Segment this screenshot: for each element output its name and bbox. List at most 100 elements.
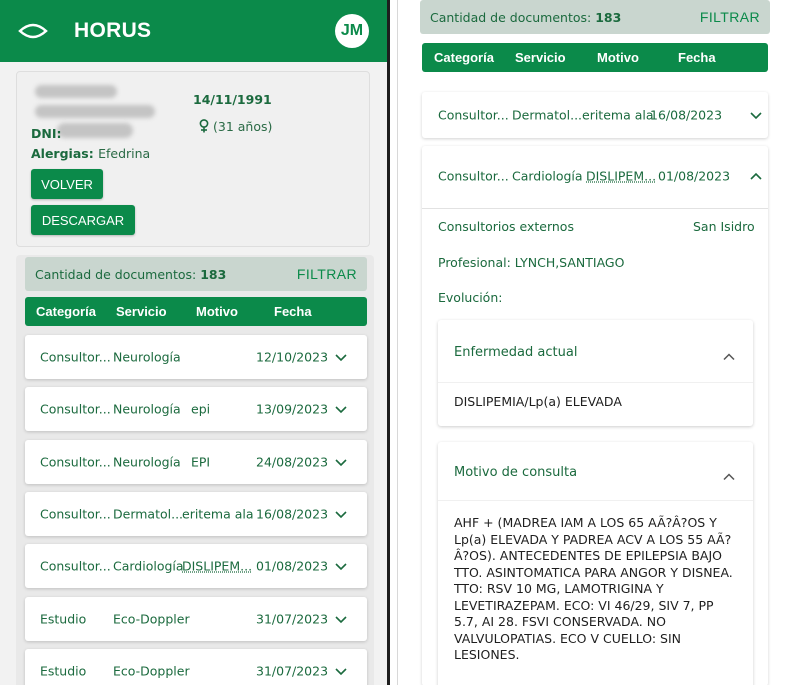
evolution-label: Evolución:	[438, 290, 503, 305]
document-row[interactable]: Consultor... Neurología EPI 24/08/2023	[25, 439, 367, 484]
current-illness-text: DISLIPEMIA/Lp(a) ELEVADA	[454, 394, 622, 409]
age-value: (31 años)	[212, 119, 273, 134]
row-category: Consultor...	[40, 454, 111, 470]
birth-date: 14/11/1991	[193, 92, 272, 107]
patient-card: 14/11/1991 (31 años) DNI: Alergias: Efed…	[16, 71, 370, 247]
chevron-down-icon[interactable]	[335, 454, 347, 469]
row-date: 16/08/2023	[256, 506, 329, 522]
row-category: Consultor...	[438, 168, 509, 184]
row-date: 24/08/2023	[256, 454, 329, 470]
row-service: Cardiología	[113, 558, 184, 574]
chevron-down-icon[interactable]	[335, 350, 347, 365]
row-date: 31/07/2023	[256, 611, 329, 626]
row-date: 13/09/2023	[256, 401, 329, 417]
row-date: 01/08/2023	[256, 558, 329, 574]
document-row[interactable]: Consultor... Neurología 12/10/2023	[25, 335, 367, 379]
row-category: Consultor...	[40, 506, 111, 522]
documents-count-bar: Cantidad de documentos: 183 FILTRAR	[25, 257, 367, 291]
document-row-collapsed[interactable]: Consultor... Dermatol... eritema ala 16/…	[422, 92, 768, 138]
count-value: 183	[200, 266, 227, 282]
consult-reason-title: Motivo de consulta	[454, 465, 578, 480]
back-button[interactable]: VOLVER	[31, 169, 103, 199]
document-row[interactable]: Consultor... Cardiología DISLIPEM... 01/08/…	[25, 544, 367, 589]
download-button[interactable]: DESCARGAR	[31, 205, 135, 235]
row-category: Estudio	[40, 663, 87, 679]
right-mobile-screen: Cantidad de documentos: 183 FILTRAR Cate…	[397, 0, 790, 685]
redacted-id	[35, 105, 155, 118]
chevron-up-icon[interactable]	[750, 169, 762, 184]
redacted-name	[35, 85, 117, 98]
chevron-up-icon[interactable]	[723, 346, 735, 365]
consult-reason-text: AHF + (MADREA IAM A LOS 65 AÃ?Â?OS Y Lp(…	[454, 515, 733, 662]
row-category: Estudio	[40, 611, 87, 626]
current-illness-card: Enfermedad actual DISLIPEMIA/Lp(a) ELEVA…	[438, 320, 753, 426]
app-title: HORUS	[74, 19, 152, 42]
col-service[interactable]: Servicio	[116, 304, 167, 319]
row-date: 01/08/2023	[658, 168, 731, 184]
row-service: Eco-Doppler	[113, 611, 190, 626]
chevron-down-icon[interactable]	[335, 402, 347, 417]
divider	[438, 500, 753, 501]
filter-button[interactable]: FILTRAR	[700, 9, 760, 25]
redacted-dni	[57, 123, 133, 138]
document-row[interactable]: Estudio Eco-Doppler 31/07/2023	[25, 648, 367, 685]
count-value: 183	[595, 9, 622, 25]
documents-panel: Cantidad de documentos: 183 FILTRAR Cate…	[16, 255, 374, 685]
row-category: Consultor...	[40, 558, 111, 574]
expanded-row-header[interactable]: Consultor... Cardiología DISLIPEM... 01/…	[422, 146, 768, 206]
left-mobile-screen: HORUS JM 14/11/1991 (31 años) DNI: Alerg…	[0, 0, 390, 685]
row-service: Dermatol...	[113, 506, 184, 522]
row-reason: EPI	[191, 454, 211, 470]
professional-label: Profesional: LYNCH,SANTIAGO	[438, 255, 625, 270]
row-date: 12/10/2023	[256, 349, 329, 365]
row-service: Neurología	[113, 401, 181, 417]
row-reason: eritema ala	[582, 107, 654, 123]
count-label: Cantidad de documentos:	[35, 266, 197, 282]
row-service: Eco-Doppler	[113, 663, 190, 679]
divider	[438, 382, 753, 383]
col-reason[interactable]: Motivo	[196, 304, 238, 319]
chevron-down-icon[interactable]	[750, 108, 762, 123]
app-bar: HORUS JM	[0, 0, 387, 62]
divider	[422, 208, 768, 209]
row-reason: eritema ala	[182, 506, 254, 522]
col-date[interactable]: Fecha	[678, 50, 716, 65]
row-date: 16/08/2023	[650, 107, 723, 123]
col-category[interactable]: Categoría	[434, 50, 494, 65]
user-avatar[interactable]: JM	[335, 14, 369, 48]
document-row[interactable]: Consultor... Neurología epi 13/09/2023	[25, 387, 367, 432]
row-category: Consultor...	[40, 401, 111, 417]
col-date[interactable]: Fecha	[274, 304, 312, 319]
col-reason[interactable]: Motivo	[597, 50, 639, 65]
count-label: Cantidad de documentos:	[430, 9, 592, 25]
documents-count: Cantidad de documentos: 183	[35, 267, 226, 282]
col-category[interactable]: Categoría	[36, 304, 96, 319]
col-service[interactable]: Servicio	[515, 50, 566, 65]
documents-count-bar: Cantidad de documentos: 183 FILTRAR	[420, 0, 770, 34]
allergies-line: Alergias: Efedrina	[31, 146, 150, 161]
chevron-up-icon[interactable]	[723, 466, 735, 485]
location-label: San Isidro	[693, 219, 755, 234]
row-service: Dermatol...	[512, 107, 583, 123]
document-row[interactable]: Estudio Eco-Doppler 31/07/2023	[25, 596, 367, 641]
chevron-down-icon[interactable]	[335, 559, 347, 574]
allergies-label: Alergias:	[31, 146, 94, 161]
table-header: Categoría Servicio Motivo Fecha	[25, 297, 367, 326]
document-row[interactable]: Consultor... Dermatol... eritema ala 16/08/…	[25, 491, 367, 536]
row-service: Neurología	[113, 454, 181, 470]
filter-button[interactable]: FILTRAR	[297, 266, 357, 282]
row-category: Consultor...	[40, 349, 111, 365]
chevron-down-icon[interactable]	[335, 506, 347, 521]
row-category: Consultor...	[438, 107, 509, 123]
row-date: 31/07/2023	[256, 663, 329, 679]
horus-eye-logo	[18, 23, 48, 39]
dni-label: DNI:	[31, 126, 62, 141]
row-reason: epi	[191, 401, 211, 417]
allergies-value: Efedrina	[98, 146, 151, 161]
age-line: (31 años)	[199, 119, 272, 134]
consult-reason-card: Motivo de consulta AHF + (MADREA IAM A L…	[438, 442, 753, 685]
chevron-down-icon[interactable]	[335, 663, 347, 678]
chevron-down-icon[interactable]	[335, 611, 347, 626]
row-service: Cardiología	[512, 168, 583, 184]
row-reason: DISLIPEM...	[586, 168, 657, 184]
